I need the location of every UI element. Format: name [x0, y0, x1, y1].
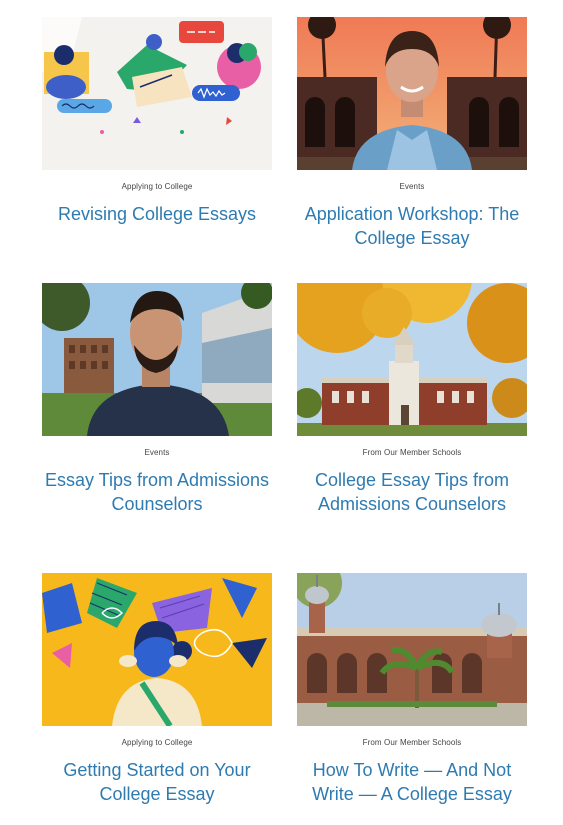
article-category: From Our Member Schools	[362, 448, 462, 457]
article-category: Events	[399, 182, 425, 191]
article-category: Applying to College	[121, 182, 193, 191]
article-card[interactable]: Events Application Workshop: The College…	[297, 17, 527, 250]
photo-minaret-building	[297, 573, 527, 726]
photo-campus-autumn	[297, 283, 527, 436]
article-category: From Our Member Schools	[362, 738, 462, 747]
illustration-people-chat	[42, 17, 272, 170]
article-thumbnail[interactable]	[297, 17, 527, 170]
article-grid: Applying to College Revising College Ess…	[0, 0, 563, 825]
article-thumbnail[interactable]	[42, 17, 272, 170]
article-card[interactable]: Applying to College Revising College Ess…	[42, 17, 272, 226]
article-title[interactable]: Getting Started on Your College Essay	[42, 758, 272, 806]
photo-presenter-courtyard	[297, 17, 527, 170]
article-title[interactable]: Application Workshop: The College Essay	[297, 202, 527, 250]
article-thumbnail[interactable]	[297, 283, 527, 436]
article-title[interactable]: Revising College Essays	[42, 202, 272, 226]
photo-presenter-campus	[42, 283, 272, 436]
article-category: Applying to College	[121, 738, 193, 747]
article-card[interactable]: From Our Member Schools College Essay Ti…	[297, 283, 527, 516]
illustration-thinking-person	[42, 573, 272, 726]
article-card[interactable]: From Our Member Schools How To Write — A…	[297, 573, 527, 806]
article-thumbnail[interactable]	[42, 283, 272, 436]
article-title[interactable]: College Essay Tips from Admissions Couns…	[297, 468, 527, 516]
article-title[interactable]: How To Write — And Not Write — A College…	[297, 758, 527, 806]
article-card[interactable]: Events Essay Tips from Admissions Counse…	[42, 283, 272, 516]
article-thumbnail[interactable]	[297, 573, 527, 726]
article-thumbnail[interactable]	[42, 573, 272, 726]
article-card[interactable]: Applying to College Getting Started on Y…	[42, 573, 272, 806]
article-category: Events	[144, 448, 170, 457]
article-title[interactable]: Essay Tips from Admissions Counselors	[42, 468, 272, 516]
